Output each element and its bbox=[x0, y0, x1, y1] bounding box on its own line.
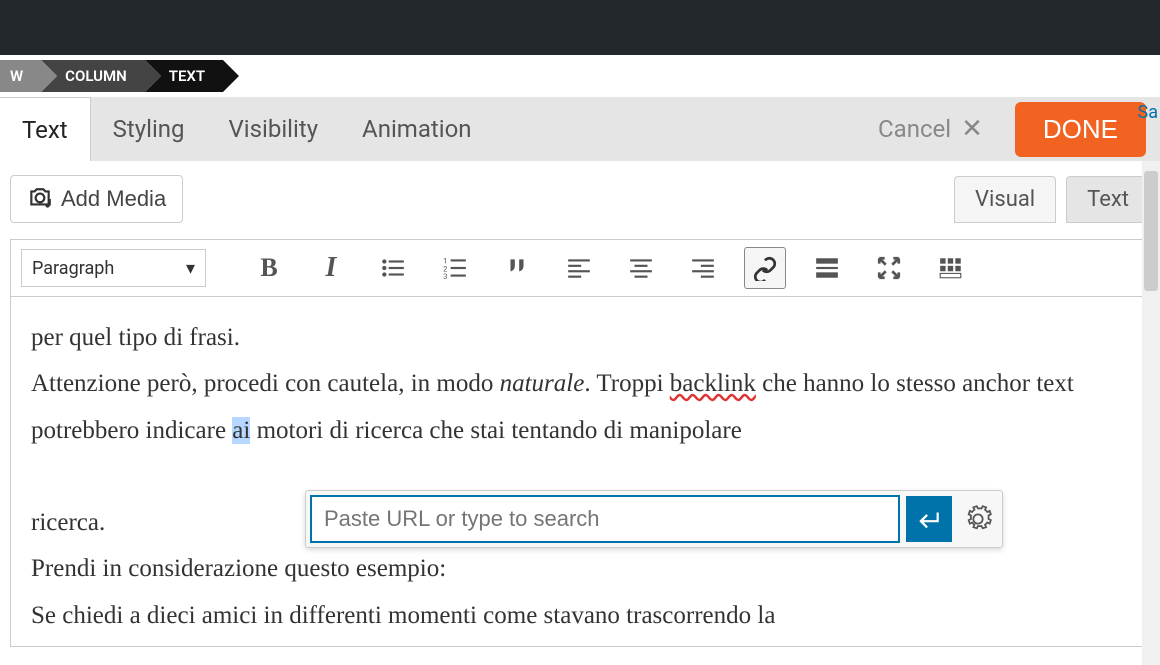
enter-icon bbox=[916, 506, 942, 532]
bold-button[interactable]: B bbox=[248, 247, 290, 289]
content-selected-word: ai bbox=[232, 417, 250, 444]
panel-tabs: Text Styling Visibility Animation Cancel… bbox=[0, 97, 1160, 161]
content-text: . Troppi bbox=[584, 370, 669, 397]
link-settings-button[interactable] bbox=[958, 499, 998, 539]
link-url-input[interactable] bbox=[310, 495, 900, 543]
content-text: per quel tipo di frasi. bbox=[31, 324, 240, 351]
add-media-button[interactable]: Add Media bbox=[10, 175, 183, 223]
read-more-button[interactable] bbox=[806, 247, 848, 289]
content-text: Prendi in considerazione questo esempio: bbox=[31, 555, 446, 582]
fullscreen-button[interactable] bbox=[868, 247, 910, 289]
tab-visibility[interactable]: Visibility bbox=[207, 97, 341, 161]
breadcrumb: W COLUMN TEXT bbox=[0, 55, 1160, 97]
tab-styling[interactable]: Styling bbox=[91, 97, 207, 161]
close-icon: ✕ bbox=[961, 114, 983, 144]
save-label: Sa bbox=[1138, 102, 1158, 123]
align-left-button[interactable] bbox=[558, 247, 600, 289]
align-center-button[interactable] bbox=[620, 247, 662, 289]
bullet-list-button[interactable] bbox=[372, 247, 414, 289]
svg-text:3: 3 bbox=[443, 272, 447, 281]
numbered-list-button[interactable]: 123 bbox=[434, 247, 476, 289]
editor-area: Add Media Visual Text Paragraph ▾ B I 12… bbox=[0, 161, 1160, 647]
quote-button[interactable] bbox=[496, 247, 538, 289]
cancel-label: Cancel bbox=[878, 115, 951, 143]
done-button[interactable]: DONE bbox=[1015, 102, 1146, 157]
tab-animation[interactable]: Animation bbox=[340, 97, 493, 161]
add-media-label: Add Media bbox=[61, 186, 166, 212]
link-apply-button[interactable] bbox=[906, 496, 952, 542]
camera-music-icon bbox=[27, 186, 53, 212]
app-topbar bbox=[0, 0, 1160, 55]
format-select-value: Paragraph bbox=[32, 258, 114, 279]
content-text: Attenzione però, procedi con cautela, in… bbox=[31, 370, 500, 397]
link-button[interactable] bbox=[744, 247, 786, 289]
main-scrollbar[interactable] bbox=[1142, 161, 1160, 665]
toolbar-toggle-button[interactable] bbox=[930, 247, 972, 289]
content-spellcheck-word: backlink bbox=[670, 370, 756, 397]
content-italic: naturale bbox=[500, 370, 585, 397]
editor-tab-text[interactable]: Text bbox=[1066, 176, 1150, 223]
chevron-down-icon: ▾ bbox=[186, 258, 195, 279]
editor-tab-visual[interactable]: Visual bbox=[954, 176, 1056, 223]
align-right-button[interactable] bbox=[682, 247, 724, 289]
link-popover bbox=[305, 490, 1003, 548]
content-text: Se chiedi a dieci amici in differenti mo… bbox=[31, 602, 775, 629]
tab-text[interactable]: Text bbox=[0, 97, 91, 161]
format-select[interactable]: Paragraph ▾ bbox=[21, 249, 206, 287]
content-text: ricerca. bbox=[31, 509, 105, 536]
content-text: motori di ricerca che stai tentando di m… bbox=[250, 417, 741, 444]
breadcrumb-row[interactable]: W bbox=[0, 60, 41, 92]
scrollbar-thumb[interactable] bbox=[1144, 171, 1158, 291]
editor-toolbar: Paragraph ▾ B I 123 bbox=[10, 239, 1150, 297]
cancel-button[interactable]: Cancel ✕ bbox=[860, 114, 1001, 144]
italic-button[interactable]: I bbox=[310, 247, 352, 289]
editor-content[interactable]: per quel tipo di frasi. Attenzione però,… bbox=[10, 297, 1150, 647]
gear-icon bbox=[964, 505, 992, 533]
